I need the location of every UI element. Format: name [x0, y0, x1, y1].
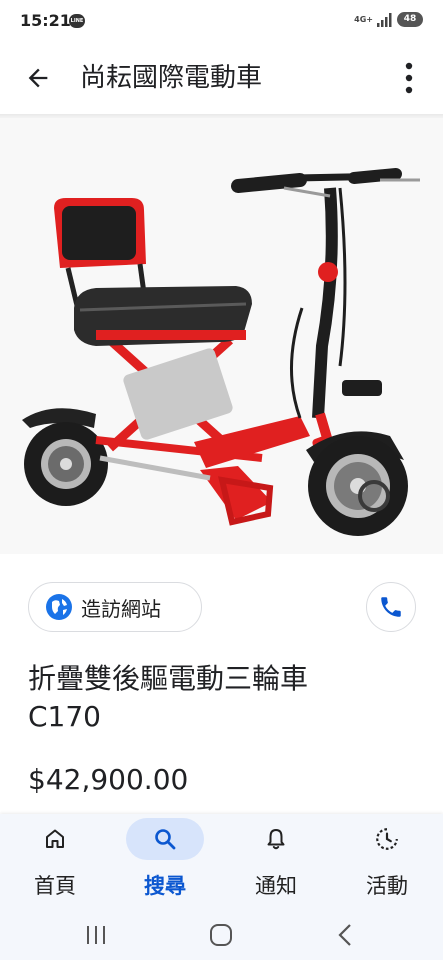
visit-website-button[interactable]: 造訪網站: [28, 582, 202, 632]
battery-icon: 48: [397, 12, 423, 27]
app-bar: 尚耘國際電動車: [0, 42, 443, 114]
phone-icon: [381, 597, 401, 617]
page-title: 尚耘國際電動車: [80, 63, 263, 93]
status-indicators: 4G+ 48: [354, 12, 423, 27]
bell-icon: [267, 829, 285, 850]
recent-apps-icon: [87, 926, 105, 944]
globe-icon: [46, 594, 72, 620]
system-back-button[interactable]: [315, 910, 375, 960]
nav-activity[interactable]: 活動: [332, 814, 442, 910]
product-image[interactable]: [0, 118, 443, 554]
nav-notifications-label: 通知: [255, 874, 297, 898]
recent-apps-button[interactable]: [66, 910, 126, 960]
nav-search[interactable]: 搜尋: [110, 814, 220, 910]
status-time: 15:21: [20, 11, 71, 30]
nav-search-pill: [126, 818, 204, 860]
status-bar: 15:21 LINE 4G+ 48: [0, 0, 443, 42]
more-options-button[interactable]: [391, 60, 427, 96]
call-button[interactable]: [366, 582, 416, 632]
product-name-line1: 折疊雙後驅電動三輪車: [28, 662, 309, 695]
bottom-navigation: 首頁 搜尋 通知 活動: [0, 814, 443, 910]
system-navigation-bar: [0, 910, 443, 960]
electric-tricycle-image: [22, 168, 420, 536]
product-name: 折疊雙後驅電動三輪車 C170: [28, 660, 408, 736]
home-system-button[interactable]: [191, 910, 251, 960]
back-button[interactable]: [20, 60, 56, 96]
nav-home-pill: [16, 818, 94, 860]
nav-home-label: 首頁: [34, 874, 76, 898]
product-model: C170: [28, 700, 101, 733]
home-icon: [46, 829, 64, 848]
line-app-icon: LINE: [69, 14, 85, 28]
nav-activity-pill: [348, 818, 426, 860]
nav-activity-label: 活動: [366, 874, 408, 898]
product-price: $42,900.00: [28, 763, 189, 796]
network-type-label: 4G+: [354, 14, 373, 24]
signal-icon: [377, 12, 392, 27]
arrow-back-icon: [28, 68, 48, 88]
more-vert-icon: [405, 62, 413, 94]
visit-website-label: 造訪網站: [81, 596, 161, 621]
nav-notifications-pill: [237, 818, 315, 860]
home-button-icon: [210, 924, 232, 946]
activity-icon: [376, 828, 398, 850]
nav-notifications[interactable]: 通知: [221, 814, 331, 910]
nav-home[interactable]: 首頁: [0, 814, 110, 910]
search-icon: [155, 829, 176, 850]
nav-search-label: 搜尋: [144, 874, 186, 898]
chevron-left-icon: [338, 924, 351, 946]
